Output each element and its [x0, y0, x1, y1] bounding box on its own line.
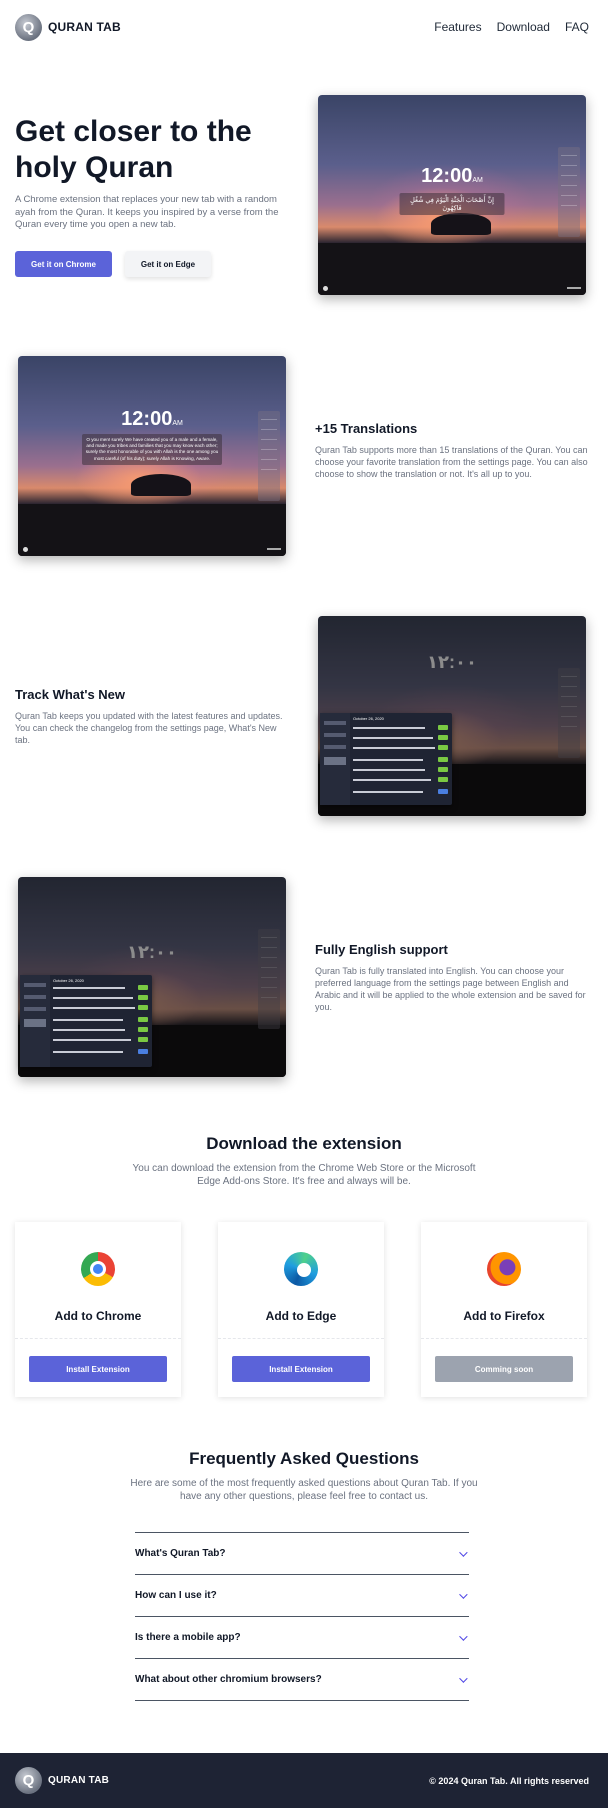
hero-description: A Chrome extension that replaces your ne… [15, 194, 279, 230]
whats-new-settings-panel: October 26, 2020 [320, 713, 452, 805]
faq-question: What about other chromium browsers? [135, 1674, 322, 1685]
faq-section-title: Frequently Asked Questions [189, 1449, 419, 1468]
card-title: Add to Chrome [54, 1309, 142, 1323]
brand[interactable]: Q QURAN TAB [15, 13, 121, 41]
chevron-down-icon [459, 1631, 468, 1641]
card-divider [218, 1338, 384, 1339]
hero-screenshot: 12:00AM إِنَّ أَصْحَابَ الْجَنَّةِ الْيَ… [318, 95, 586, 295]
chevron-down-icon [459, 1547, 468, 1557]
quran-tab-logo-icon: Q [15, 13, 42, 41]
card-title: Add to Edge [265, 1309, 337, 1323]
footer-brand-name: QURAN TAB [48, 1775, 110, 1786]
brand-name: QURAN TAB [48, 20, 121, 34]
feature-title-whats-new: Track What's New [15, 687, 126, 702]
faq-question: Is there a mobile app? [135, 1632, 241, 1643]
get-on-edge-button[interactable]: Get it on Edge [125, 251, 211, 277]
firefox-icon [487, 1252, 521, 1286]
install-edge-button[interactable]: Install Extension [232, 1356, 370, 1382]
card-divider [421, 1338, 587, 1339]
quran-tab-logo-icon: Q [15, 1767, 42, 1794]
edge-icon [284, 1252, 318, 1286]
hero-title: Get closer to the holy Quran [15, 115, 252, 184]
download-section-description: You can download the extension from the … [132, 1163, 476, 1187]
feature-title-english: Fully English support [315, 942, 448, 957]
nav-link-faq[interactable]: FAQ [565, 20, 589, 34]
feature-desc-english: Quran Tab is fully translated into Engli… [315, 966, 586, 1012]
get-on-chrome-button[interactable]: Get it on Chrome [15, 251, 112, 277]
english-support-screenshot-clock: ١٢:٠٠ [127, 942, 177, 962]
hero-screenshot-verse: إِنَّ أَصْحَابَ الْجَنَّةِ الْيَوْمَ فِي… [399, 193, 505, 215]
nav-link-download[interactable]: Download [497, 20, 550, 34]
faq-item[interactable]: How can I use it? [135, 1575, 469, 1617]
feature-desc-translations: Quran Tab supports more than 15 translat… [315, 445, 588, 479]
chevron-down-icon [459, 1673, 468, 1683]
feature-title-translations: +15 Translations [315, 421, 418, 436]
faq-item[interactable]: What's Quran Tab? [135, 1533, 469, 1575]
install-chrome-button[interactable]: Install Extension [29, 1356, 167, 1382]
edge-download-card: Add to Edge Install Extension [218, 1222, 384, 1397]
card-divider [15, 1338, 181, 1339]
chrome-download-card: Add to Chrome Install Extension [15, 1222, 181, 1397]
faq-item[interactable]: What about other chromium browsers? [135, 1659, 469, 1701]
nav-links: Features Download FAQ [434, 20, 589, 34]
feature-desc-whats-new: Quran Tab keeps you updated with the lat… [15, 711, 283, 745]
footer-brand[interactable]: Q QURAN TAB [15, 1767, 109, 1794]
faq-section-description: Here are some of the most frequently ask… [130, 1478, 478, 1502]
hero-screenshot-clock: 12:00AM [421, 165, 483, 187]
translations-screenshot: 12:00AM O you men! surely We have create… [18, 356, 286, 556]
translations-screenshot-verse: O you men! surely We have created you of… [82, 434, 222, 465]
faq-list: What's Quran Tab? How can I use it? Is t… [135, 1532, 469, 1701]
prayer-times-panel [558, 147, 580, 237]
translations-screenshot-clock: 12:00AM [121, 408, 183, 430]
faq-item[interactable]: Is there a mobile app? [135, 1617, 469, 1659]
copyright-text: © 2024 Quran Tab. All rights reserved [429, 1775, 589, 1786]
download-section-title: Download the extension [206, 1134, 402, 1153]
nav-link-features[interactable]: Features [434, 20, 481, 34]
english-settings-panel: October 26, 2020 [20, 975, 152, 1067]
faq-question: What's Quran Tab? [135, 1548, 226, 1559]
chrome-icon [81, 1252, 115, 1286]
footer: Q QURAN TAB © 2024 Quran Tab. All rights… [0, 1753, 608, 1808]
chevron-down-icon [459, 1589, 468, 1599]
firefox-coming-soon-button[interactable]: Comming soon [435, 1356, 573, 1382]
top-navbar: Q QURAN TAB Features Download FAQ [0, 0, 608, 54]
prayer-times-panel [258, 411, 280, 501]
card-title: Add to Firefox [463, 1309, 545, 1323]
firefox-download-card: Add to Firefox Comming soon [421, 1222, 587, 1397]
whats-new-screenshot-clock: ١٢:٠٠ [427, 652, 477, 672]
faq-question: How can I use it? [135, 1590, 217, 1601]
